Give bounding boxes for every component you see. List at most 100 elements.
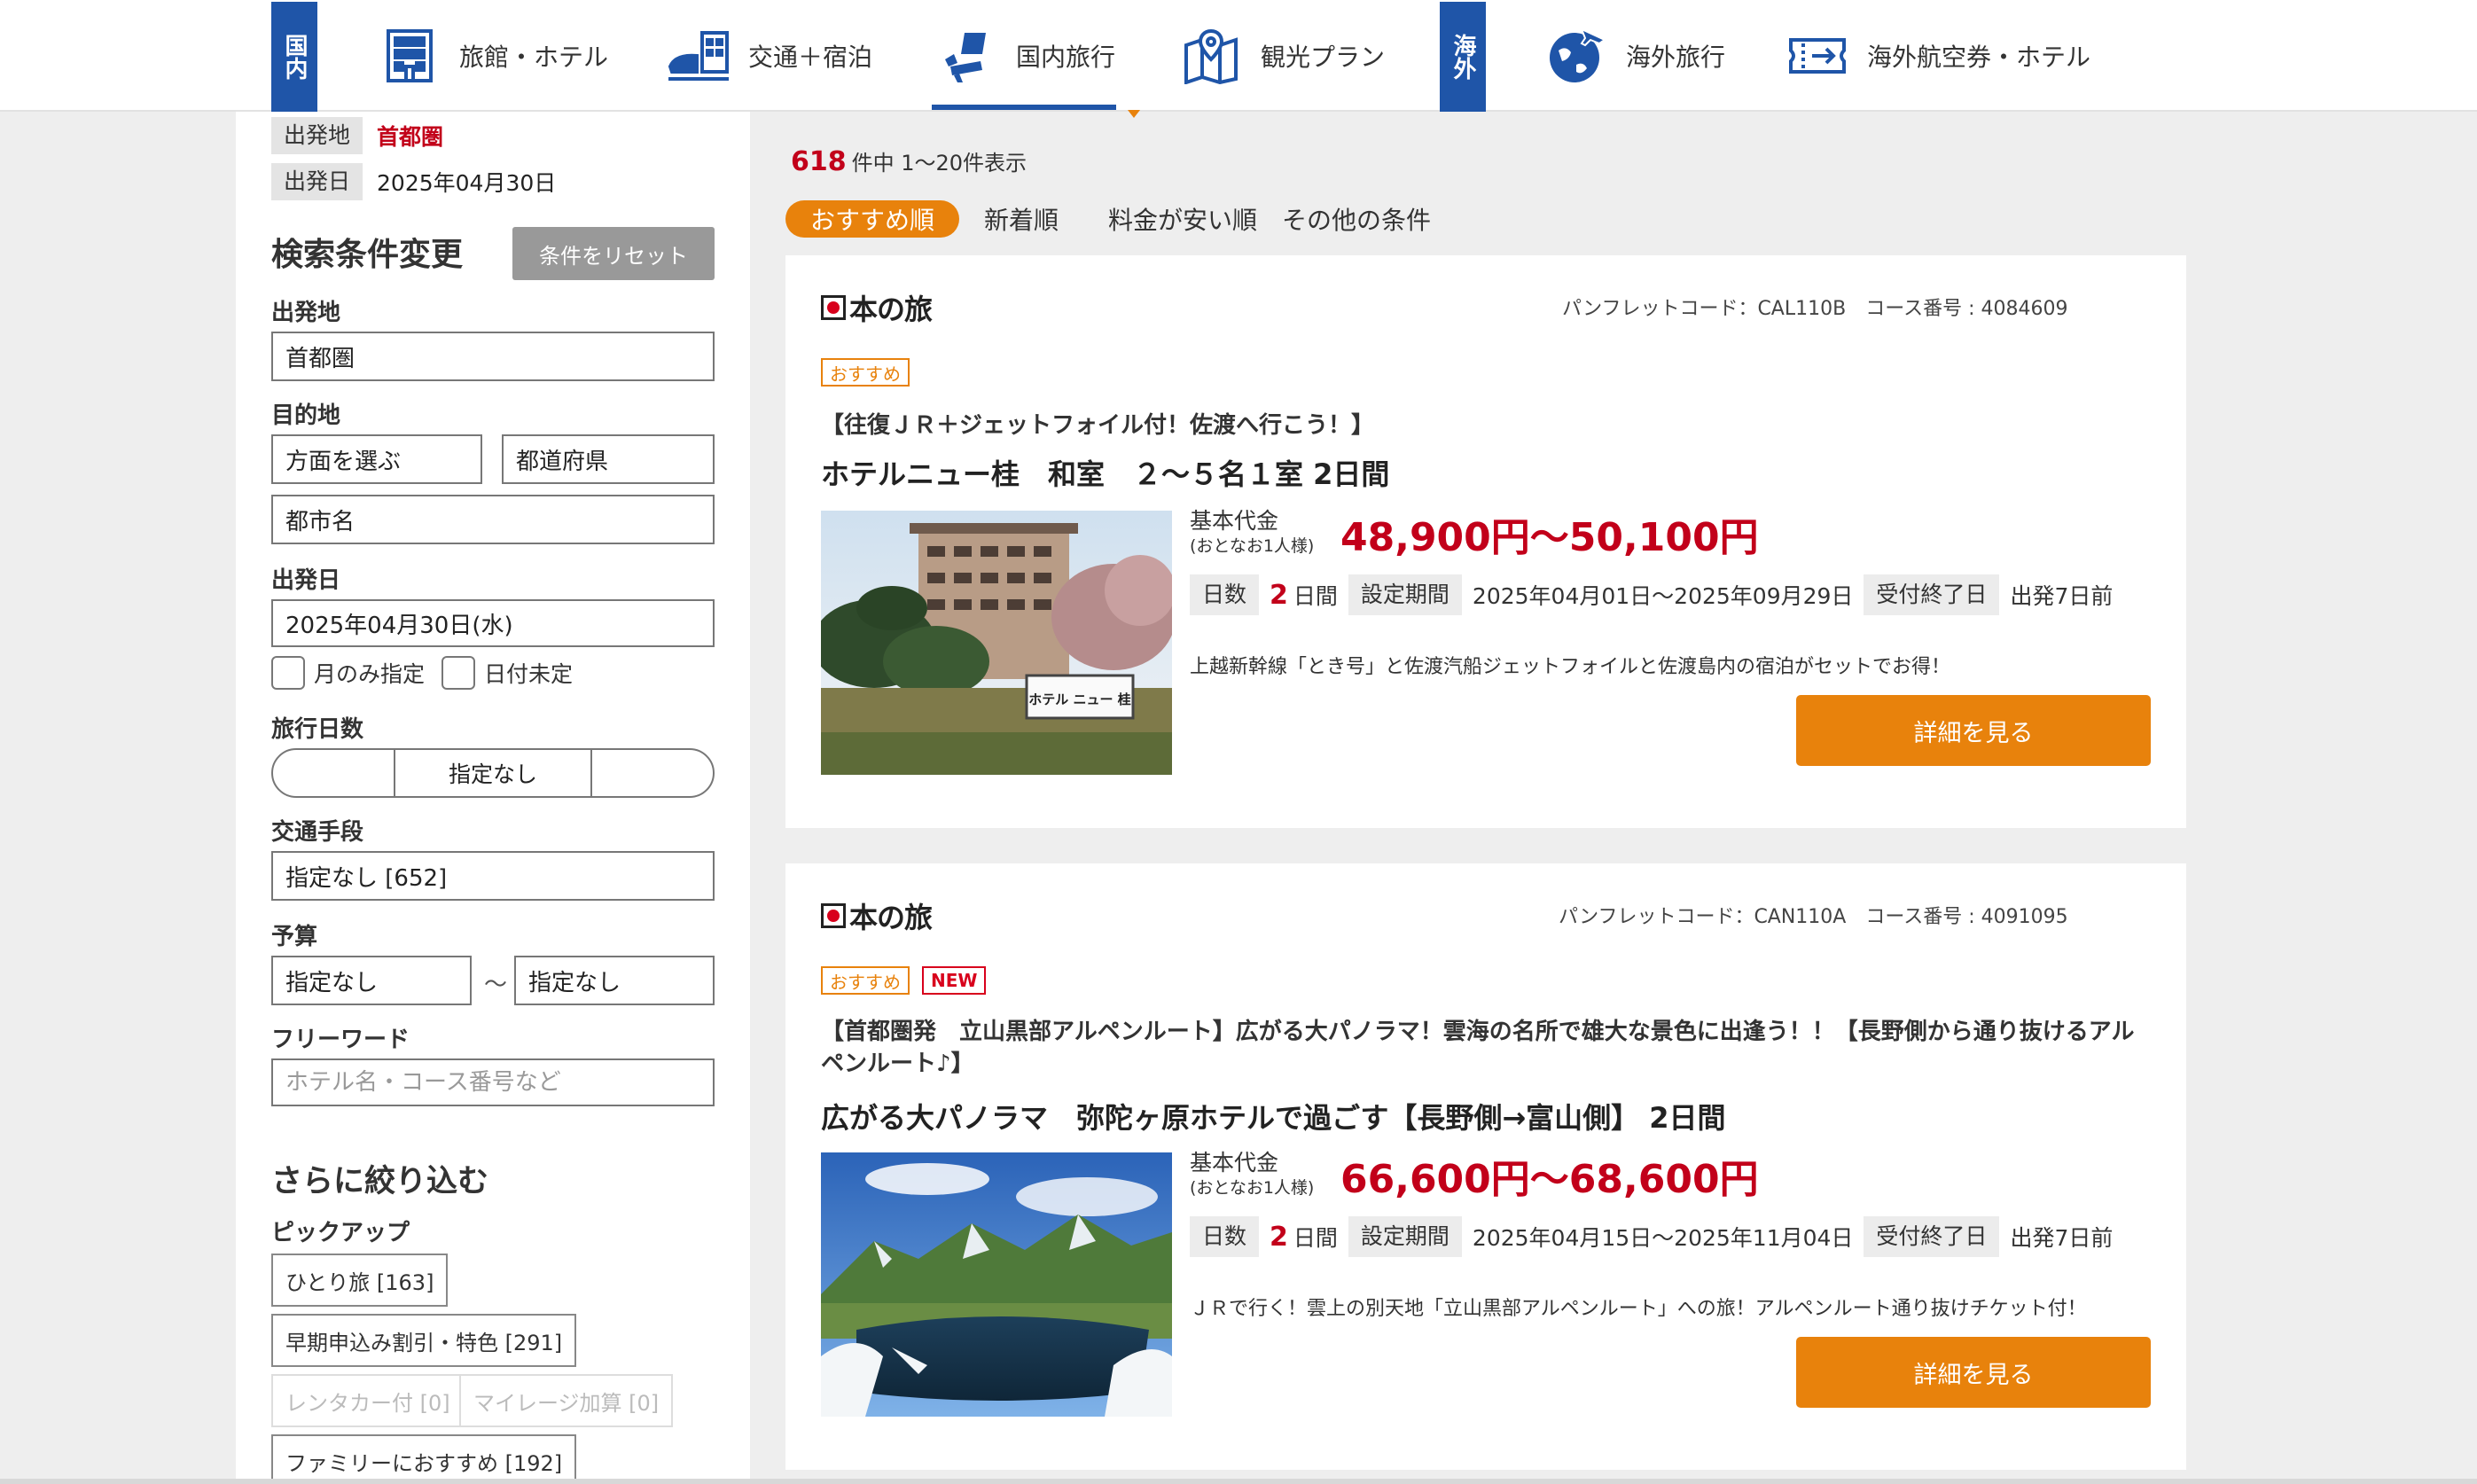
transport-select[interactable]: 指定なし [652] (271, 851, 715, 901)
days-unit: 日間 (1293, 1225, 1338, 1251)
nihon-no-tabi-logo: 本の旅 (821, 894, 933, 938)
filter-mileage[interactable]: マイレージ加算 [0] (459, 1374, 674, 1427)
search-heading: 検索条件変更 (271, 237, 464, 273)
nav-sightseeing-plans[interactable]: 観光プラン (1179, 0, 1385, 112)
tour-info-row: 日数 2 日間 設定期間 2025年04月01日〜2025年09月29日 受付終了… (1190, 574, 2123, 615)
filter-rental-car[interactable]: レンタカー付 [0] (271, 1374, 465, 1427)
refine-heading: さらに絞り込む (271, 1164, 489, 1199)
date-field-value: 2025年04月30日(水) (285, 612, 513, 639)
month-only-checkbox[interactable]: 月のみ指定 (271, 656, 425, 690)
days-number: 2 (1270, 580, 1288, 611)
nav-active-indicator (932, 105, 1116, 110)
nav-hotels[interactable]: 旅館・ホテル (378, 0, 608, 112)
nav-domestic-travel[interactable]: 国内旅行 (934, 0, 1115, 112)
prefecture-select-value: 都道府県 (516, 448, 609, 475)
freeword-input[interactable] (285, 1069, 713, 1096)
transport-select-value: 指定なし [652] (285, 864, 448, 892)
departure-select[interactable]: 首都圏 (271, 332, 715, 381)
tour-description: ＪＲで行く！雲上の別天地「立山黒部アルペンルート」への旅！アルペンルート通り抜け… (1190, 1298, 2087, 1320)
destination-label: 目的地 (271, 402, 341, 429)
date-label: 出発日 (271, 567, 341, 594)
date-undecided-checkbox-box[interactable] (441, 656, 475, 690)
area-select[interactable]: 方面を選ぶ (271, 434, 482, 484)
hotel-sign-text: ホテル ニュー 桂 (1028, 691, 1130, 707)
nav-domestic-travel-label: 国内旅行 (1016, 43, 1116, 72)
days-label: 旅行日数 (271, 716, 364, 743)
sort-tab-other[interactable]: その他の条件 (1282, 200, 1431, 238)
globe-plane-icon (1544, 24, 1608, 88)
brand-logo-text: 本の旅 (849, 901, 933, 934)
mountain-photo[interactable] (821, 1152, 1172, 1417)
freeword-label: フリーワード (271, 1027, 410, 1053)
red-sun-logo-icon (821, 903, 846, 928)
price-label-text: 基本代金 (1190, 508, 1279, 534)
nav-sightseeing-plans-label: 観光プラン (1261, 43, 1386, 72)
days-option-left[interactable] (273, 750, 395, 796)
nav-overseas-travel-label: 海外旅行 (1626, 43, 1726, 72)
city-select-value: 都市名 (285, 508, 356, 535)
days-option-none[interactable]: 指定なし (395, 750, 592, 796)
departure-label: 出発地 (271, 300, 341, 326)
result-count-number: 618 (791, 146, 847, 177)
tour-info-row: 日数 2 日間 設定期間 2025年04月15日〜2025年11月04日 受付終了… (1190, 1216, 2123, 1257)
domestic-region-tag: 国内 (271, 2, 317, 112)
view-details-button[interactable]: 詳細を見る (1796, 1337, 2151, 1408)
days-segmented-control: 指定なし (271, 748, 715, 798)
filter-early-booking[interactable]: 早期申込み割引・特色 [291] (271, 1314, 577, 1367)
nav-overseas-air-hotel-label: 海外航空券・ホテル (1867, 43, 2091, 72)
transport-label: 交通手段 (271, 819, 364, 846)
period-value: 2025年04月15日〜2025年11月04日 (1472, 1225, 1854, 1251)
period-key: 設定期間 (1348, 1216, 1462, 1257)
result-count: 618 件中 1〜20件表示 (791, 145, 1027, 177)
deadline-key: 受付終了日 (1864, 574, 2000, 615)
sort-tab-cheapest[interactable]: 料金が安い順 (1108, 200, 1257, 238)
recommended-badge: おすすめ (821, 358, 910, 387)
result-count-suffix: 件中 1〜20件表示 (851, 151, 1028, 176)
city-select[interactable]: 都市名 (271, 495, 715, 544)
current-date: 出発日 2025年04月30日 (271, 163, 556, 200)
days-option-right[interactable] (592, 750, 713, 796)
sort-tab-recommended[interactable]: おすすめ順 (785, 200, 960, 238)
reset-conditions-button[interactable]: 条件をリセット (512, 227, 715, 280)
filter-solo-travel[interactable]: ひとり旅 [163] (271, 1254, 449, 1307)
deadline-value: 出発7日前 (2010, 1225, 2114, 1251)
current-departure-tag: 出発地 (271, 117, 363, 154)
sort-tab-newest[interactable]: 新着順 (984, 200, 1059, 238)
date-undecided-checkbox[interactable]: 日付未定 (441, 656, 573, 690)
tour-subtitle: 【首都圏発 立山黒部アルペンルート】広がる大パノラマ！雲海の名所で雄大な景色に出… (821, 1019, 2135, 1077)
budget-min-select[interactable]: 指定なし (271, 956, 472, 1005)
nav-overseas-air-hotel[interactable]: 海外航空券・ホテル (1785, 0, 2090, 112)
new-badge: NEW (922, 966, 987, 995)
tour-title[interactable]: 広がる大パノラマ 弥陀ヶ原ホテルで過ごす【長野側→富山側】 2日間 (821, 1096, 1726, 1136)
month-only-checkbox-box[interactable] (271, 656, 305, 690)
freeword-input-wrap (271, 1058, 715, 1106)
month-only-label: 月のみ指定 (314, 661, 426, 687)
view-details-button[interactable]: 詳細を見る (1796, 695, 2151, 766)
nav-overseas-travel[interactable]: 海外旅行 (1544, 0, 1725, 112)
budget-max-value: 指定なし (528, 969, 621, 996)
current-date-tag: 出発日 (271, 163, 363, 200)
period-key: 設定期間 (1348, 574, 1462, 615)
price-label-sub: (おとなお1人様) (1190, 536, 1315, 556)
pickup-label: ピックアップ (271, 1220, 410, 1246)
tour-card: 本の旅 パンフレットコード：CAL110B コース番号 : 4084609 おす… (785, 255, 2186, 828)
area-select-value: 方面を選ぶ (285, 448, 402, 475)
budget-max-select[interactable]: 指定なし (514, 956, 715, 1005)
recommended-badge: おすすめ (821, 966, 910, 995)
filter-family[interactable]: ファミリーにおすすめ [192] (271, 1434, 577, 1484)
prefecture-select[interactable]: 都道府県 (502, 434, 715, 484)
date-field[interactable]: 2025年04月30日(水) (271, 599, 715, 647)
nav-transport-stay-label: 交通＋宿泊 (748, 43, 873, 72)
tour-title[interactable]: ホテルニュー桂 和室 ２～５名１室 2日間 (821, 452, 1389, 493)
days-number: 2 (1270, 1222, 1288, 1253)
current-date-value: 2025年04月30日 (377, 170, 557, 196)
horizontal-scrollbar[interactable] (0, 1479, 2477, 1484)
hotel-photo[interactable]: ホテル ニュー 桂 (821, 511, 1172, 775)
price-label: 基本代金 (おとなお1人様) (1190, 1151, 1314, 1200)
deadline-value: 出発7日前 (2010, 583, 2114, 609)
tour-description: 上越新幹線「とき号」と佐渡汽船ジェットフォイルと佐渡島内の宿泊がセットでお得！ (1190, 656, 1951, 678)
days-key: 日数 (1190, 574, 1260, 615)
pamphlet-code: パンフレットコード：CAL110B コース番号 : 4084609 (1562, 298, 2068, 320)
period-value: 2025年04月01日〜2025年09月29日 (1472, 583, 1854, 609)
nav-transport-stay[interactable]: 交通＋宿泊 (667, 0, 872, 112)
